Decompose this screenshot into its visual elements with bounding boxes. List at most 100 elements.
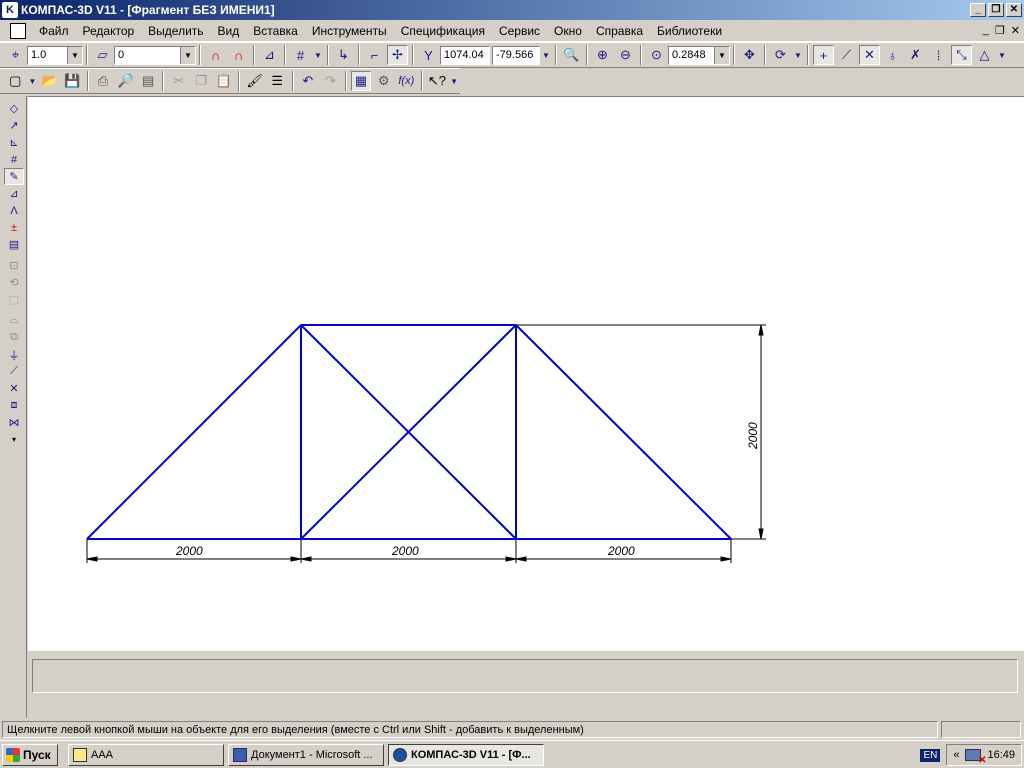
new-document-icon[interactable]: ▢	[5, 71, 26, 91]
snap-icon[interactable]: ✢	[387, 45, 408, 65]
chevron-down-icon[interactable]: ▼	[541, 45, 551, 65]
spec-icon[interactable]: ±	[4, 219, 24, 236]
nearest-icon[interactable]: ⤡	[951, 45, 972, 65]
task-button-word[interactable]: Документ1 - Microsoft ...	[228, 743, 384, 766]
library-manager-icon[interactable]: ⚙	[373, 71, 394, 91]
network-disconnected-icon[interactable]	[965, 749, 986, 766]
magnet-off-icon[interactable]: ∩	[228, 45, 249, 65]
task-button-kompas[interactable]: КОМПАС-3D V11 - [Ф...	[388, 743, 544, 766]
dimensions-icon[interactable]: ↗	[4, 117, 24, 134]
scale-icon[interactable]: ⬚	[4, 291, 24, 308]
ortho-icon[interactable]: ⊿	[259, 45, 280, 65]
chevron-down-icon[interactable]: ▼	[793, 45, 803, 65]
chevron-down-icon[interactable]: ▾	[4, 431, 24, 448]
ortho-mode-icon[interactable]: ⌐	[364, 45, 385, 65]
help-pointer-icon[interactable]: ↖?	[427, 71, 448, 91]
step-combo[interactable]: 1.0 ▼	[27, 45, 83, 65]
chevron-down-icon[interactable]: ▼	[997, 45, 1007, 65]
pan-icon[interactable]: ✥	[739, 45, 760, 65]
menu-insert[interactable]: Вставка	[246, 24, 305, 38]
step-icon[interactable]: ⌖	[5, 45, 26, 65]
break-icon[interactable]: ✕	[4, 380, 24, 397]
mdi-minimize-button[interactable]: _	[983, 24, 989, 37]
coord-x-field[interactable]: 1074.04	[440, 45, 490, 65]
chevron-down-icon[interactable]: ▼	[180, 46, 195, 64]
triangle-icon[interactable]: △	[974, 45, 995, 65]
grid-icon[interactable]: #	[290, 45, 311, 65]
mdi-restore-button[interactable]: ❐	[995, 24, 1005, 37]
reports-icon[interactable]: ▤	[4, 236, 24, 253]
menu-window[interactable]: Окно	[547, 24, 589, 38]
refresh-icon[interactable]: ⟳	[770, 45, 791, 65]
menu-specification[interactable]: Спецификация	[394, 24, 492, 38]
menu-editor[interactable]: Редактор	[76, 24, 142, 38]
geometry-icon[interactable]: ◇	[4, 100, 24, 117]
line-icon[interactable]: ⟋	[836, 45, 857, 65]
clock[interactable]: 16:49	[987, 749, 1015, 761]
point-snap-icon[interactable]: +	[813, 45, 834, 65]
chevron-down-icon[interactable]: ▼	[714, 46, 729, 64]
zoom-out-icon[interactable]: ⊖	[615, 45, 636, 65]
kompas-app-icon[interactable]: K	[2, 2, 18, 18]
angle-snap-icon[interactable]: ✗	[905, 45, 926, 65]
symmetry-icon[interactable]: ⌓	[4, 312, 24, 329]
chevron-down-icon[interactable]: ▼	[313, 45, 323, 65]
notation-icon[interactable]: ⊾	[4, 134, 24, 151]
paste-icon[interactable]: 📋	[214, 71, 235, 91]
local-cs-icon[interactable]: ↳	[333, 45, 354, 65]
parametrization-icon[interactable]: ✎	[4, 168, 24, 185]
chevron-down-icon[interactable]: ▼	[449, 71, 459, 91]
move-icon[interactable]: ⊡	[4, 257, 24, 274]
chevron-down-icon[interactable]: ▼	[28, 71, 38, 91]
zoom-window-icon[interactable]: 🔍	[561, 45, 582, 65]
rotate-icon[interactable]: ⟲	[4, 274, 24, 291]
dimension-label-3[interactable]: 2000	[607, 544, 635, 558]
tangent-icon[interactable]: ♁	[882, 45, 903, 65]
array-icon[interactable]: ⋈	[4, 414, 24, 431]
drawing-canvas[interactable]: 2000 2000 2000 2000	[28, 96, 1024, 651]
copy-objects-icon[interactable]: ⧉	[4, 329, 24, 346]
save-icon[interactable]: 💾	[62, 71, 83, 91]
preview-icon[interactable]: ▤	[138, 71, 159, 91]
dimension-label-2[interactable]: 2000	[391, 544, 419, 558]
close-button[interactable]: ✕	[1006, 3, 1022, 17]
dimension-label-1[interactable]: 2000	[175, 544, 203, 558]
grid-snap-icon[interactable]: ⁞	[928, 45, 949, 65]
variables-icon[interactable]: f(x)	[396, 71, 417, 91]
document-icon[interactable]	[10, 22, 26, 39]
redo-icon[interactable]: ↷	[320, 71, 341, 91]
zoom-in-icon[interactable]: ⊕	[592, 45, 613, 65]
copy-icon[interactable]: ❐	[191, 71, 212, 91]
print-icon[interactable]: ⎙	[93, 71, 114, 91]
dimension-label-4[interactable]: 2000	[746, 422, 760, 450]
editing-icon[interactable]: #	[4, 151, 24, 168]
open-folder-icon[interactable]: 📂	[39, 71, 60, 91]
deform-icon[interactable]: ⏚	[4, 346, 24, 363]
print-preview-icon[interactable]: 🔎	[115, 71, 136, 91]
intersection-icon[interactable]: ✕	[859, 45, 880, 65]
truss-geometry[interactable]	[86, 324, 732, 540]
zoom-combo[interactable]: 0.2848 ▼	[668, 45, 730, 65]
menu-view[interactable]: Вид	[211, 24, 247, 38]
chevron-left-icon[interactable]: «	[953, 749, 959, 761]
task-button-aaa[interactable]: AAA	[68, 743, 224, 766]
menu-file[interactable]: Файл	[32, 24, 76, 38]
format-brush-icon[interactable]: 🖌	[244, 71, 265, 91]
property-panel-area[interactable]	[32, 659, 1018, 693]
magnet-icon[interactable]: ∩	[205, 45, 226, 65]
layer-combo[interactable]: 0 ▼	[114, 45, 196, 65]
restore-button[interactable]: ❐	[988, 3, 1004, 17]
undo-icon[interactable]: ↶	[298, 71, 319, 91]
language-indicator[interactable]: EN	[920, 748, 941, 762]
menu-libraries[interactable]: Библиотеки	[650, 24, 729, 38]
measure-icon[interactable]: ⊿	[4, 185, 24, 202]
cut-icon[interactable]: ✂	[168, 71, 189, 91]
start-button[interactable]: Пуск	[2, 743, 58, 766]
zoom-scale-icon[interactable]: ⊙	[646, 45, 667, 65]
chamfer-icon[interactable]: ⧈	[4, 397, 24, 414]
menu-tools[interactable]: Инструменты	[305, 24, 394, 38]
manager-icon[interactable]: ▦	[350, 71, 372, 91]
layer-icon[interactable]: ▱	[92, 45, 113, 65]
selection-icon[interactable]: Λ	[4, 202, 24, 219]
coord-y-field[interactable]: -79.566	[492, 45, 540, 65]
